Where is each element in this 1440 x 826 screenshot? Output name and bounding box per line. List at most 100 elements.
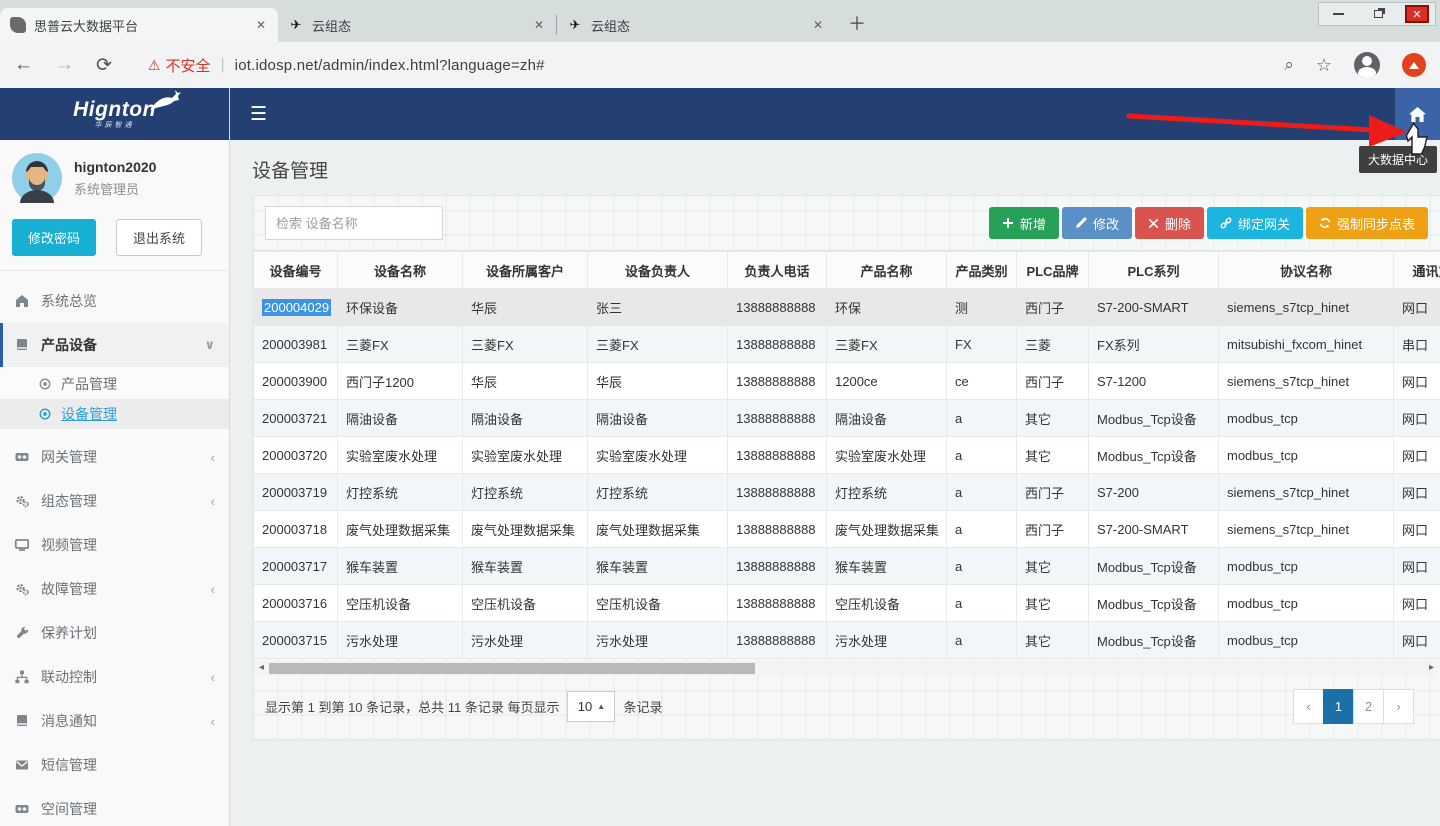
bookmark-star-icon[interactable]: ☆ <box>1316 55 1332 76</box>
table-cell: Modbus_Tcp设备 <box>1089 548 1219 585</box>
table-cell: 西门子 <box>1017 363 1089 400</box>
tab-close-icon[interactable]: ✕ <box>809 16 827 34</box>
avatar <box>12 153 62 203</box>
column-header[interactable]: 设备所属客户 <box>463 252 588 289</box>
edit-button[interactable]: 修改 <box>1062 207 1132 239</box>
column-header[interactable]: 设备编号 <box>254 252 338 289</box>
security-indicator[interactable]: ⚠ 不安全 <box>148 55 211 76</box>
table-row[interactable]: 200003720实验室废水处理实验室废水处理实验室废水处理1388888888… <box>254 437 1440 474</box>
sidebar-item-configuration-management[interactable]: 组态管理 ‹ <box>0 479 229 523</box>
table-row[interactable]: 200003900西门子1200华辰华辰138888888881200cece西… <box>254 363 1440 400</box>
browser-profile-avatar[interactable] <box>1354 52 1380 78</box>
tab-title: 云组态 <box>591 16 809 35</box>
table-cell: 200003719 <box>254 474 338 511</box>
tab-close-icon[interactable]: ✕ <box>530 16 548 34</box>
url-text[interactable]: iot.idosp.net/admin/index.html?language=… <box>235 57 545 74</box>
action-buttons: 新增 修改 删除 绑定网关 <box>989 207 1428 239</box>
sidebar-item-product-device[interactable]: 产品设备 ∨ <box>0 323 229 367</box>
table-cell: 实验室废水处理 <box>588 437 728 474</box>
column-header[interactable]: 通讯方式 <box>1394 252 1440 289</box>
page-size-select[interactable]: 10 ▲ <box>567 691 615 722</box>
new-tab-button[interactable]: ＋ <box>843 10 871 38</box>
column-header[interactable]: 协议名称 <box>1219 252 1394 289</box>
table-row[interactable]: 200003981三菱FX三菱FX三菱FX13888888888三菱FXFX三菱… <box>254 326 1440 363</box>
table-row[interactable]: 200003721隔油设备隔油设备隔油设备13888888888隔油设备a其它M… <box>254 400 1440 437</box>
browser-tab[interactable]: ✈ 云组态 ✕ <box>278 8 556 42</box>
table-cell: mitsubishi_fxcom_hinet <box>1219 326 1394 363</box>
scrollbar-thumb[interactable] <box>269 663 755 674</box>
column-header[interactable]: 设备名称 <box>338 252 463 289</box>
table-cell: 200003715 <box>254 622 338 659</box>
sidebar-item-system-overview[interactable]: 系统总览 <box>0 279 229 323</box>
browser-tab-active[interactable]: 思普云大数据平台 ✕ <box>0 8 278 42</box>
table-cell: 200003716 <box>254 585 338 622</box>
zoom-out-icon[interactable]: ⌕ <box>1284 55 1294 75</box>
column-header[interactable]: 产品名称 <box>827 252 947 289</box>
forward-icon[interactable]: → <box>55 54 74 76</box>
add-button[interactable]: 新增 <box>989 207 1059 239</box>
sidebar-item-product-management[interactable]: 产品管理 <box>0 369 229 399</box>
horizontal-scrollbar[interactable]: ◂ ▸ <box>257 661 1436 676</box>
deer-icon <box>148 88 182 112</box>
table-cell: 200003718 <box>254 511 338 548</box>
change-password-button[interactable]: 修改密码 <box>12 219 96 256</box>
sync-icon <box>1319 217 1331 229</box>
table-row[interactable]: 200003717猴车装置猴车装置猴车装置13888888888猴车装置a其它M… <box>254 548 1440 585</box>
table-cell: modbus_tcp <box>1219 622 1394 659</box>
close-button[interactable]: ✕ <box>1405 5 1429 23</box>
browser-tab[interactable]: ✈ 云组态 ✕ <box>557 8 835 42</box>
sidebar-item-fault-management[interactable]: 故障管理 ‹ <box>0 567 229 611</box>
table-row[interactable]: 200004029环保设备华辰张三13888888888环保测西门子S7-200… <box>254 289 1440 326</box>
back-icon[interactable]: ← <box>14 54 33 76</box>
table-cell: 其它 <box>1017 548 1089 585</box>
column-header[interactable]: 产品类别 <box>947 252 1017 289</box>
sidebar-item-maintenance-plan[interactable]: 保养计划 <box>0 611 229 655</box>
table-row[interactable]: 200003716空压机设备空压机设备空压机设备13888888888空压机设备… <box>254 585 1440 622</box>
table-row[interactable]: 200003719灯控系统灯控系统灯控系统13888888888灯控系统a西门子… <box>254 474 1440 511</box>
table-cell: 实验室废水处理 <box>827 437 947 474</box>
column-header[interactable]: 负责人电话 <box>728 252 827 289</box>
table-row[interactable]: 200003718废气处理数据采集废气处理数据采集废气处理数据采集1388888… <box>254 511 1440 548</box>
browser-update-icon[interactable] <box>1402 53 1426 77</box>
page-button-active[interactable]: 1 <box>1323 689 1354 724</box>
sidebar-item-device-management[interactable]: 设备管理 <box>0 399 229 429</box>
refresh-icon[interactable]: ⟳ <box>96 54 112 77</box>
sidebar-item-message-notification[interactable]: 消息通知 ‹ <box>0 699 229 743</box>
column-header[interactable]: PLC系列 <box>1089 252 1219 289</box>
sidebar-item-sms-management[interactable]: 短信管理 <box>0 743 229 787</box>
table-cell: 华辰 <box>588 363 728 400</box>
sidebar-item-gateway-management[interactable]: 网关管理 ‹ <box>0 435 229 479</box>
table-row[interactable]: 200003715污水处理污水处理污水处理13888888888污水处理a其它M… <box>254 622 1440 659</box>
column-header[interactable]: PLC品牌 <box>1017 252 1089 289</box>
table-cell: S7-1200 <box>1089 363 1219 400</box>
restore-button[interactable] <box>1365 5 1391 23</box>
force-sync-button[interactable]: 强制同步点表 <box>1306 207 1428 239</box>
table-cell: 13888888888 <box>728 400 827 437</box>
user-role: 系统管理员 <box>74 179 156 198</box>
page-button[interactable]: › <box>1383 689 1414 724</box>
table-cell: a <box>947 622 1017 659</box>
delete-button[interactable]: 删除 <box>1135 207 1204 239</box>
tab-close-icon[interactable]: ✕ <box>252 16 270 34</box>
minimize-button[interactable] <box>1325 5 1351 23</box>
scroll-right-icon[interactable]: ▸ <box>1429 662 1434 673</box>
scroll-left-icon[interactable]: ◂ <box>259 662 264 673</box>
content-area: 设备管理 新增 修改 <box>230 140 1440 826</box>
logout-button[interactable]: 退出系统 <box>116 219 202 256</box>
column-header[interactable]: 设备负责人 <box>588 252 728 289</box>
sidebar-toggle-icon[interactable]: ☰ <box>250 103 267 126</box>
search-input[interactable] <box>265 206 443 240</box>
table-cell: 网口 <box>1394 437 1440 474</box>
bind-gateway-button[interactable]: 绑定网关 <box>1207 207 1303 239</box>
table-cell: 网口 <box>1394 622 1440 659</box>
tab-favicon <box>10 17 26 33</box>
page-button[interactable]: 2 <box>1353 689 1384 724</box>
sidebar-item-linkage-control[interactable]: 联动控制 ‹ <box>0 655 229 699</box>
bigdata-center-home-button[interactable] <box>1395 88 1440 140</box>
bigdata-center-tooltip: 大数据中心 <box>1359 146 1437 173</box>
tab-favicon: ✈ <box>567 17 583 33</box>
sidebar-item-video-management[interactable]: 视频管理 <box>0 523 229 567</box>
sidebar-item-space-management[interactable]: 空间管理 <box>0 787 229 826</box>
page-button[interactable]: ‹ <box>1293 689 1324 724</box>
chevron-left-icon: ‹ <box>211 670 215 685</box>
